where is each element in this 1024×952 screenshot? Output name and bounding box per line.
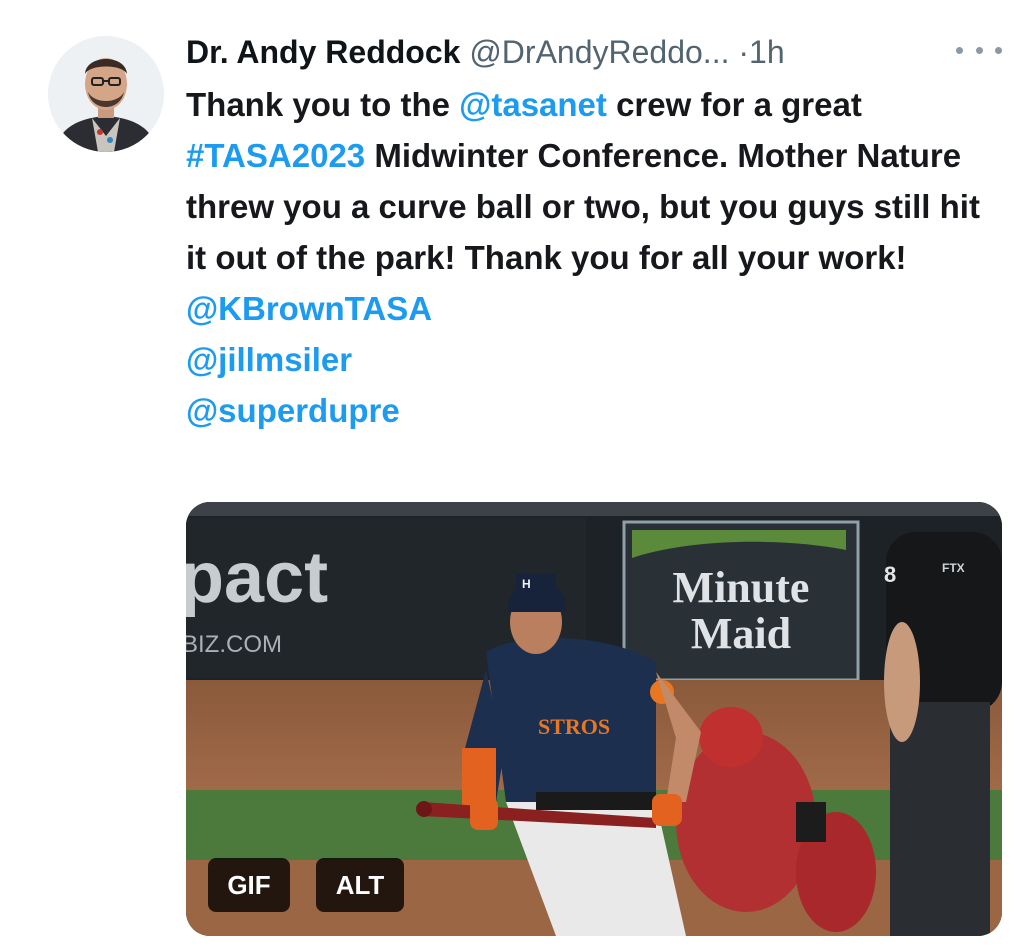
- jersey-text: STROS: [538, 714, 610, 739]
- umpire-patch: FTX: [942, 561, 965, 575]
- sign-text: Minute: [673, 563, 810, 612]
- tweet-text: Thank you to the @tasanet crew for a gre…: [186, 79, 1006, 436]
- hashtag-link[interactable]: #TASA2023: [186, 137, 365, 174]
- text-segment: Thank you to the: [186, 86, 460, 123]
- mention-link[interactable]: @superdupre: [186, 385, 1006, 436]
- umpire-number: 8: [884, 562, 896, 587]
- timestamp[interactable]: 1h: [749, 34, 785, 70]
- baseball-scene: pact BIZ.COM Minute Maid 8 FTX STROS H: [186, 502, 1002, 936]
- avatar[interactable]: [48, 36, 164, 152]
- tweet: Dr. Andy Reddock @DrAndyReddo... ·1h Tha…: [0, 0, 1024, 952]
- avatar-image: [48, 36, 164, 152]
- sign-text: BIZ.COM: [186, 631, 282, 658]
- author-handle[interactable]: @DrAndyReddo...: [469, 34, 729, 70]
- svg-text:H: H: [522, 577, 531, 591]
- alt-button[interactable]: ALT: [316, 858, 404, 912]
- mention-link[interactable]: @tasanet: [459, 86, 607, 123]
- mention-link[interactable]: @KBrownTASA: [186, 283, 1006, 334]
- gif-badge: GIF: [208, 858, 290, 912]
- sign-text: Maid: [691, 609, 791, 658]
- separator-dot: ·: [738, 34, 750, 70]
- author-name[interactable]: Dr. Andy Reddock: [186, 34, 460, 70]
- gif-media[interactable]: pact BIZ.COM Minute Maid 8 FTX STROS H: [186, 502, 1002, 936]
- more-options-icon[interactable]: [956, 30, 1002, 70]
- sign-text: pact: [186, 538, 328, 618]
- tweet-header: Dr. Andy Reddock @DrAndyReddo... ·1h: [186, 30, 1006, 74]
- text-segment: crew for a great: [606, 86, 862, 123]
- mention-link[interactable]: @jillmsiler: [186, 334, 1006, 385]
